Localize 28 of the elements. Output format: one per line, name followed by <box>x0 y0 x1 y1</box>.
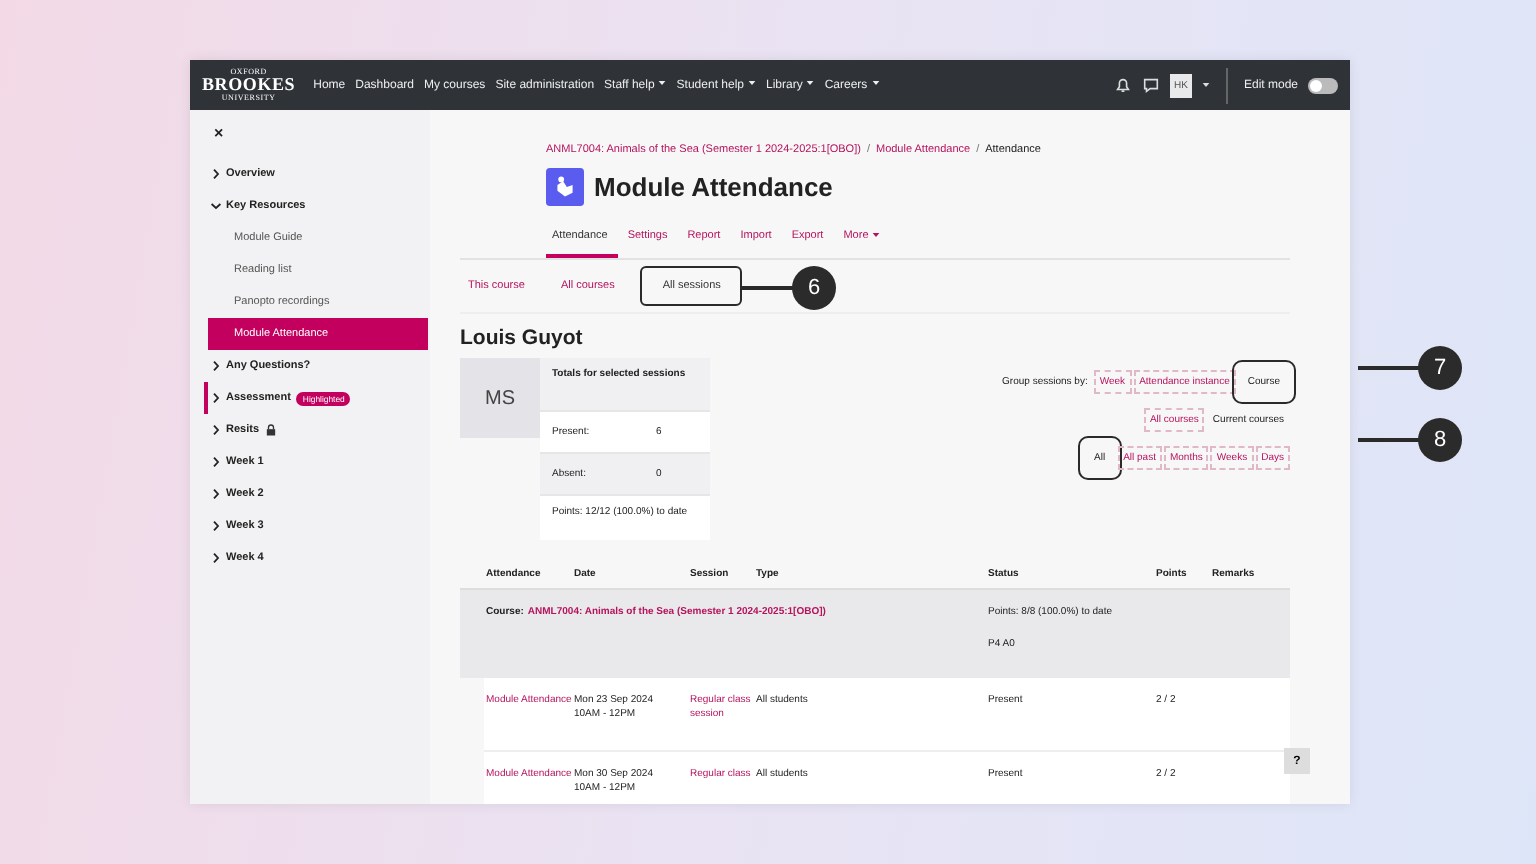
page-title: Module Attendance <box>594 172 833 202</box>
chevron-icon[interactable] <box>212 552 220 564</box>
close-icon[interactable]: × <box>214 126 224 142</box>
user-initials-avatar: MS <box>460 358 540 438</box>
callout-line <box>744 286 794 290</box>
caret-icon <box>872 232 881 239</box>
attendance-hand-icon <box>546 168 584 206</box>
edit-mode-toggle[interactable] <box>1308 77 1338 93</box>
chevron-icon[interactable] <box>212 360 220 372</box>
callout-line <box>1360 366 1420 370</box>
chat-icon[interactable] <box>1142 76 1161 94</box>
callout-line <box>1360 438 1420 442</box>
chevron-icon[interactable] <box>212 520 220 532</box>
chevron-icon[interactable] <box>212 392 220 404</box>
chevron-icon[interactable] <box>210 202 222 210</box>
bell-icon[interactable] <box>1114 76 1133 94</box>
caret-icon[interactable] <box>1201 82 1210 88</box>
chevron-icon[interactable] <box>212 168 220 180</box>
chevron-icon[interactable] <box>212 456 220 468</box>
chevron-icon[interactable] <box>212 424 220 436</box>
chevron-icon[interactable] <box>212 488 220 500</box>
callout-marker: 8 <box>1418 418 1462 462</box>
caret-icon <box>806 80 815 87</box>
caret-icon <box>871 80 880 87</box>
caret-icon <box>658 80 667 87</box>
student-name: Louis Guyot <box>460 326 585 350</box>
caret-icon <box>748 80 756 87</box>
callout-marker: 7 <box>1418 346 1462 390</box>
